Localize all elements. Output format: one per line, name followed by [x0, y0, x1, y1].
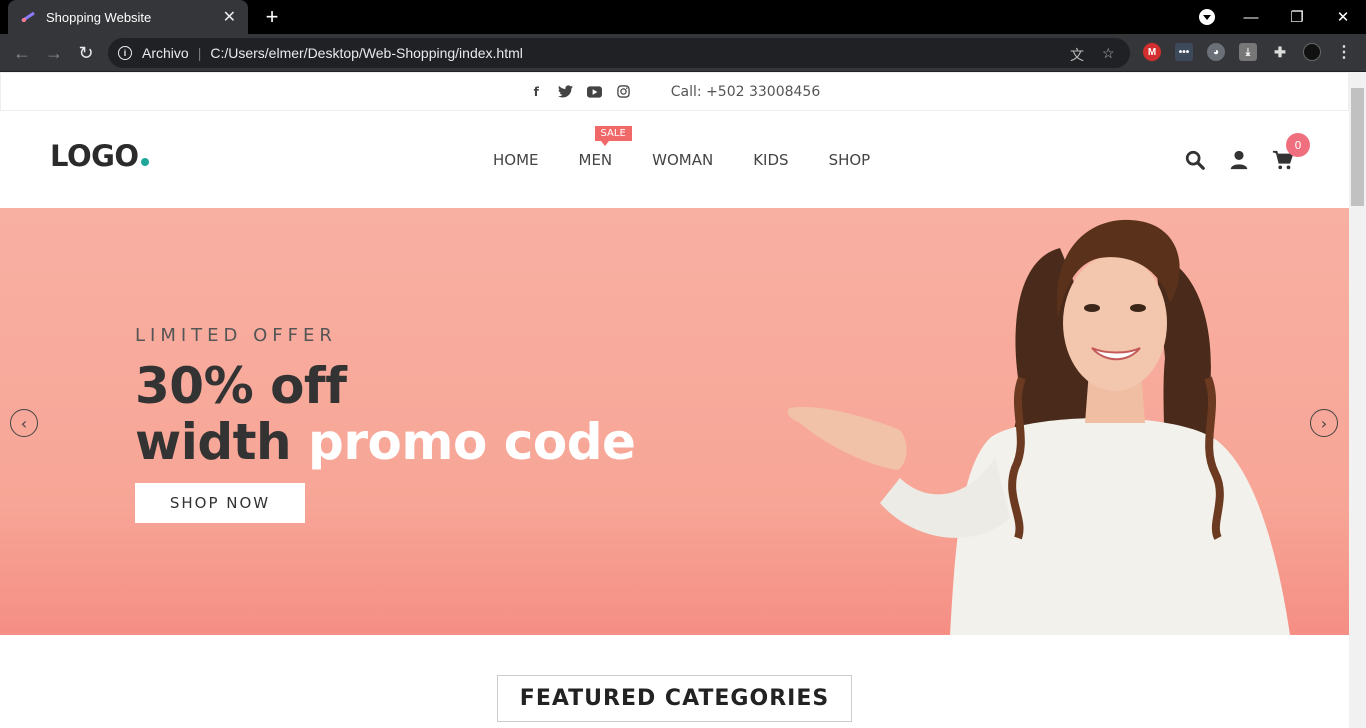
hero-line-1: 30% off — [135, 357, 347, 415]
hero-line-2-light: promo code — [308, 413, 636, 471]
search-icon[interactable] — [1184, 149, 1206, 171]
site-info-icon[interactable]: i — [118, 46, 132, 60]
main-nav: HOME SALE MEN WOMAN KIDS SHOP — [493, 126, 871, 169]
bookmark-star-icon[interactable]: ☆ — [1102, 45, 1115, 62]
slider-prev-icon[interactable]: ‹ — [10, 409, 38, 437]
cart-count-badge: 0 — [1286, 133, 1310, 157]
youtube-icon[interactable] — [586, 84, 602, 99]
address-bar[interactable]: i Archivo | C:/Users/elmer/Desktop/Web-S… — [108, 38, 1130, 68]
hero-line-2-dark: width — [135, 413, 292, 471]
extension-cat-icon[interactable]: ◕ — [1207, 43, 1225, 61]
profile-avatar[interactable] — [1303, 43, 1321, 61]
user-account-icon[interactable] — [1228, 149, 1250, 171]
instagram-icon[interactable] — [616, 84, 631, 99]
address-url: C:/Users/elmer/Desktop/Web-Shopping/inde… — [210, 45, 523, 61]
top-info-bar: f Call: +502 33008456 — [0, 72, 1349, 111]
hero-kicker: LIMITED OFFER — [135, 325, 337, 346]
new-tab-button[interactable]: + — [258, 3, 286, 31]
facebook-icon[interactable]: f — [529, 84, 544, 99]
featured-categories-heading: FEATURED CATEGORIES — [497, 675, 852, 722]
site-logo[interactable]: LOGO — [50, 139, 149, 173]
nav-woman[interactable]: WOMAN — [652, 151, 713, 169]
profile-menu-icon[interactable] — [1199, 9, 1215, 25]
extension-pdf-icon[interactable]: ⤓ — [1239, 43, 1257, 61]
hero-model-image — [787, 219, 1290, 635]
nav-men[interactable]: SALE MEN — [578, 126, 632, 169]
twitter-icon[interactable] — [557, 84, 573, 99]
website-viewport: f Call: +502 33008456 LOGO HOME SALE MEN… — [0, 72, 1349, 728]
browser-toolbar: ← → ↻ i Archivo | C:/Users/elmer/Desktop… — [0, 34, 1366, 72]
browser-tab[interactable]: Shopping Website ✕ — [8, 0, 248, 34]
page-scroll-thumb[interactable] — [1351, 88, 1364, 206]
logo-text: LOGO — [50, 139, 139, 173]
reload-button[interactable]: ↻ — [73, 40, 99, 66]
address-scheme-label: Archivo — [142, 45, 189, 61]
extension-dots-icon[interactable]: ••• — [1175, 43, 1193, 61]
nav-kids[interactable]: KIDS — [753, 151, 788, 169]
forward-button[interactable]: → — [41, 40, 67, 66]
shop-now-button[interactable]: SHOP NOW — [135, 483, 305, 523]
hero-line-2: width promo code — [135, 413, 636, 471]
social-links: f — [529, 84, 631, 99]
browser-tab-strip: Shopping Website ✕ + — ❐ ✕ — [0, 0, 1366, 34]
sale-badge: SALE — [594, 126, 632, 146]
nav-men-label: MEN — [578, 151, 613, 169]
extensions-puzzle-icon[interactable]: ✚ — [1271, 43, 1289, 61]
site-favicon-icon — [21, 11, 35, 23]
hero-headline: 30% off width promo code — [135, 357, 636, 471]
close-tab-icon[interactable]: ✕ — [223, 7, 236, 27]
site-header: LOGO HOME SALE MEN WOMAN KIDS SHOP 0 — [0, 111, 1349, 208]
close-window-button[interactable]: ✕ — [1320, 0, 1366, 34]
restore-button[interactable]: ❐ — [1274, 0, 1320, 34]
logo-dot — [140, 158, 149, 166]
translate-icon[interactable]: 文 — [1070, 45, 1084, 65]
address-separator: | — [197, 45, 202, 61]
extension-mega-icon[interactable]: M — [1143, 43, 1161, 61]
tab-title: Shopping Website — [46, 9, 152, 25]
nav-shop[interactable]: SHOP — [829, 151, 871, 169]
minimize-button[interactable]: — — [1228, 0, 1274, 34]
nav-home[interactable]: HOME — [493, 151, 539, 169]
hero-banner: LIMITED OFFER 30% off width promo code S… — [0, 208, 1349, 635]
phone-number: Call: +502 33008456 — [670, 83, 821, 100]
browser-menu-icon[interactable]: ⋮ — [1335, 43, 1353, 61]
back-button[interactable]: ← — [9, 40, 35, 66]
